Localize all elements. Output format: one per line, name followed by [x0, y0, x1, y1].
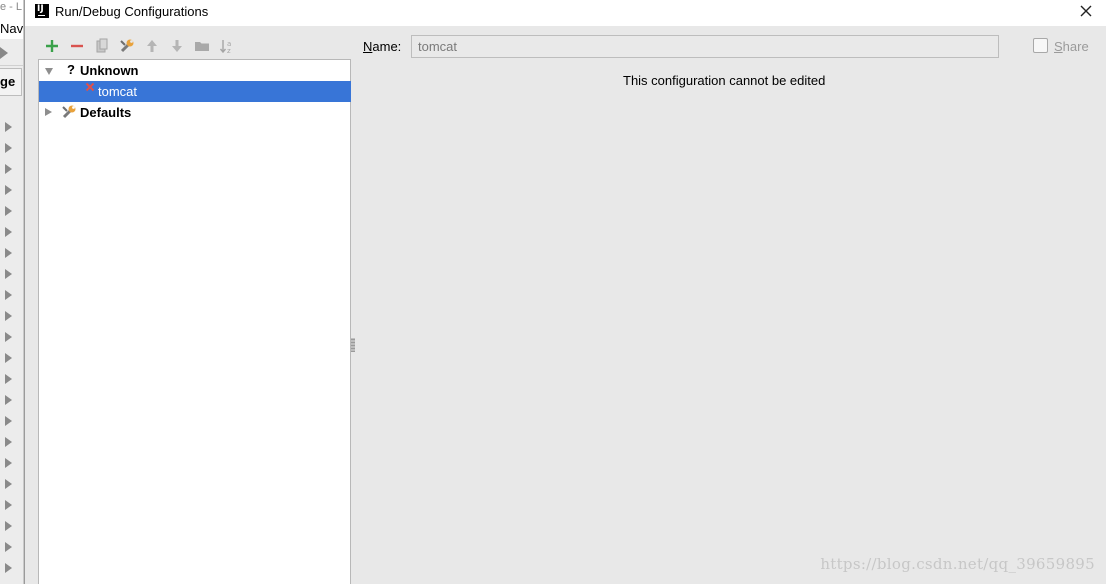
share-label-mnemonic: S — [1054, 39, 1063, 54]
configurations-tree: ? Unknown tomcat Defaults — [38, 59, 351, 584]
run-arrow-icon — [0, 47, 8, 59]
expand-arrow-icon[interactable] — [43, 60, 55, 81]
splitter-handle[interactable] — [351, 338, 355, 352]
cannot-edit-message: This configuration cannot be edited — [623, 73, 826, 88]
move-down-button[interactable] — [164, 36, 189, 56]
sort-button[interactable]: a z — [214, 36, 239, 56]
intellij-app-icon: IJ — [35, 4, 49, 18]
add-icon — [45, 40, 58, 52]
background-menu-fragment: Navig — [0, 19, 23, 39]
close-button[interactable] — [1076, 1, 1096, 21]
svg-text:z: z — [227, 47, 231, 54]
tree-item-label: tomcat — [98, 84, 138, 99]
name-label-text: ame: — [372, 39, 402, 54]
dialog-titlebar: IJ Run/Debug Configurations — [25, 0, 1106, 26]
configurations-toolbar: a z — [39, 36, 239, 56]
question-icon: ? — [67, 62, 75, 77]
wrench-icon — [62, 105, 76, 119]
close-icon — [1080, 5, 1092, 17]
share-checkbox[interactable] — [1033, 38, 1048, 53]
collapse-arrow-icon[interactable] — [42, 102, 54, 123]
share-label[interactable]: Share — [1054, 39, 1089, 54]
remove-icon — [70, 44, 83, 48]
edit-defaults-button[interactable] — [114, 36, 139, 56]
background-title-fragment: e - L — [0, 0, 23, 19]
share-label-text: hare — [1062, 39, 1089, 54]
remove-configuration-button[interactable] — [64, 36, 89, 56]
move-up-button[interactable] — [139, 36, 164, 56]
background-tree-arrows — [5, 122, 12, 584]
copy-icon — [96, 38, 107, 53]
background-breadcrumb: ge — [0, 68, 22, 96]
dialog-title: Run/Debug Configurations — [55, 4, 209, 19]
edit-defaults-icon — [119, 39, 133, 53]
run-debug-configurations-dialog: IJ Run/Debug Configurations a z ? Unknow… — [24, 0, 1106, 584]
name-label: Name: — [363, 39, 401, 54]
add-configuration-button[interactable] — [39, 36, 64, 56]
watermark: https://blog.csdn.net/qq_39659895 — [820, 555, 1095, 573]
create-folder-button[interactable] — [189, 36, 214, 56]
background-ide-window: e - L Navig ge — [0, 0, 24, 584]
configuration-name-field[interactable] — [411, 35, 999, 58]
move-up-icon — [146, 40, 157, 52]
tree-group-defaults[interactable]: Defaults — [39, 102, 350, 123]
background-toolbar — [0, 40, 23, 66]
tree-group-unknown[interactable]: ? Unknown — [39, 60, 350, 81]
name-label-mnemonic: N — [363, 39, 373, 54]
folder-icon — [194, 42, 209, 51]
tree-group-label: Defaults — [80, 105, 132, 120]
tree-item-tomcat[interactable]: tomcat — [39, 81, 351, 102]
sort-icon: a z — [219, 40, 231, 54]
error-config-icon — [85, 82, 95, 92]
move-down-icon — [171, 40, 182, 52]
copy-configuration-button[interactable] — [89, 36, 114, 56]
tree-group-label: Unknown — [80, 63, 139, 78]
